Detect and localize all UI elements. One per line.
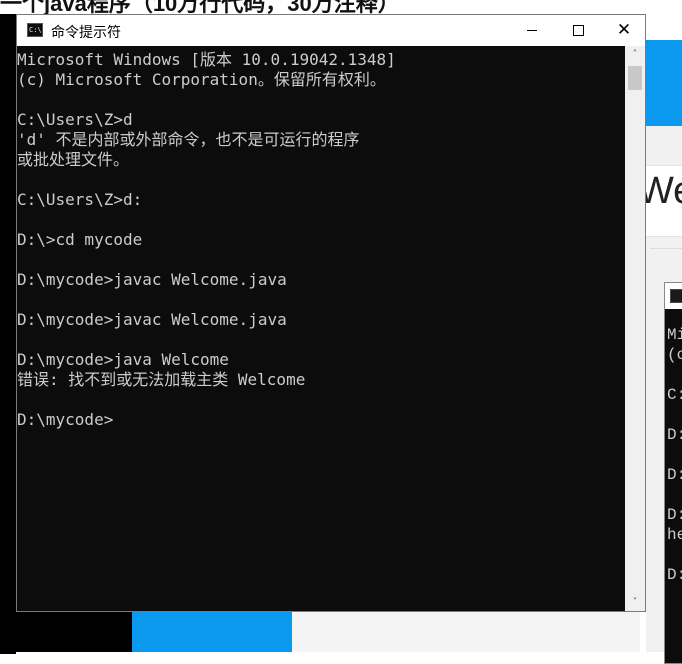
second-console-line: Mi — [667, 326, 682, 344]
console-line: (c) Microsoft Corporation。保留所有权利。 — [17, 70, 386, 89]
maximize-button[interactable] — [555, 15, 601, 46]
second-console-titlebar[interactable] — [665, 283, 682, 309]
console-line: D:\mycode>java Welcome — [17, 350, 229, 369]
vertical-scrollbar[interactable]: ˄ ˅ — [625, 46, 645, 611]
second-console-line: (c — [667, 346, 682, 364]
background-dark-strip — [0, 14, 16, 654]
background-blue-banner — [646, 40, 682, 126]
minimize-button[interactable] — [509, 15, 555, 46]
close-button[interactable]: ✕ — [601, 15, 647, 46]
console-line: C:\Users\Z>d: — [17, 190, 143, 209]
console-line: Microsoft Windows [版本 10.0.19042.1348] — [17, 50, 396, 69]
background-blue-panel — [132, 610, 292, 652]
second-console-line: D: — [667, 426, 682, 444]
cmd-icon — [670, 289, 682, 303]
second-console-window[interactable]: Mi (c C: D: D: D: he D: — [664, 282, 682, 664]
console-line: D:\mycode> — [17, 410, 114, 429]
background-dark-panel — [0, 610, 132, 652]
second-console-output: Mi (c C: D: D: D: he D: — [667, 325, 682, 585]
second-console-line: C: — [667, 386, 682, 404]
maximize-icon — [572, 25, 584, 36]
scroll-down-button[interactable]: ˅ — [625, 594, 645, 611]
close-icon: ✕ — [616, 20, 632, 40]
second-console-line: D: — [667, 566, 682, 584]
second-console-line: he — [667, 526, 682, 544]
console-line: D:\>cd mycode — [17, 230, 143, 249]
window-title: 命令提示符 — [51, 25, 121, 41]
cmd-icon: C:\ — [27, 23, 43, 37]
second-console-line — [667, 405, 682, 425]
minimize-icon — [527, 30, 537, 31]
console-line: D:\mycode>javac Welcome.java — [17, 310, 287, 329]
second-console-line — [667, 545, 682, 565]
console-line: D:\mycode>javac Welcome.java — [17, 270, 287, 289]
command-prompt-window[interactable]: C:\ 命令提示符 ✕ Microsoft Windows [版本 10.0.1… — [16, 14, 646, 612]
scroll-up-button[interactable]: ˄ — [625, 46, 645, 63]
chevron-up-icon: ˄ — [632, 49, 638, 60]
second-console-line: D: — [667, 466, 682, 484]
background-divider — [650, 248, 682, 249]
console-output: Microsoft Windows [版本 10.0.19042.1348] (c… — [17, 46, 625, 430]
console-line: 或批处理文件。 — [17, 150, 130, 169]
background-grey-panel — [292, 610, 640, 652]
console-line: 'd' 不是内部或外部命令，也不是可运行的程序 — [17, 130, 360, 149]
scrollbar-thumb[interactable] — [628, 66, 642, 90]
chevron-down-icon: ˅ — [632, 597, 638, 608]
window-titlebar[interactable]: C:\ 命令提示符 ✕ — [17, 15, 645, 47]
second-console-line: D: — [667, 506, 682, 524]
second-console-line — [667, 365, 682, 385]
second-console-line — [667, 485, 682, 505]
console-line: C:\Users\Z>d — [17, 110, 133, 129]
background-welcome-text: Wel — [646, 165, 682, 237]
console-output-area[interactable]: Microsoft Windows [版本 10.0.19042.1348] (c… — [17, 46, 625, 611]
welcome-text-fragment: Wel — [646, 170, 682, 213]
console-line: 错误: 找不到或无法加载主类 Welcome — [17, 370, 306, 389]
second-console-line — [667, 445, 682, 465]
